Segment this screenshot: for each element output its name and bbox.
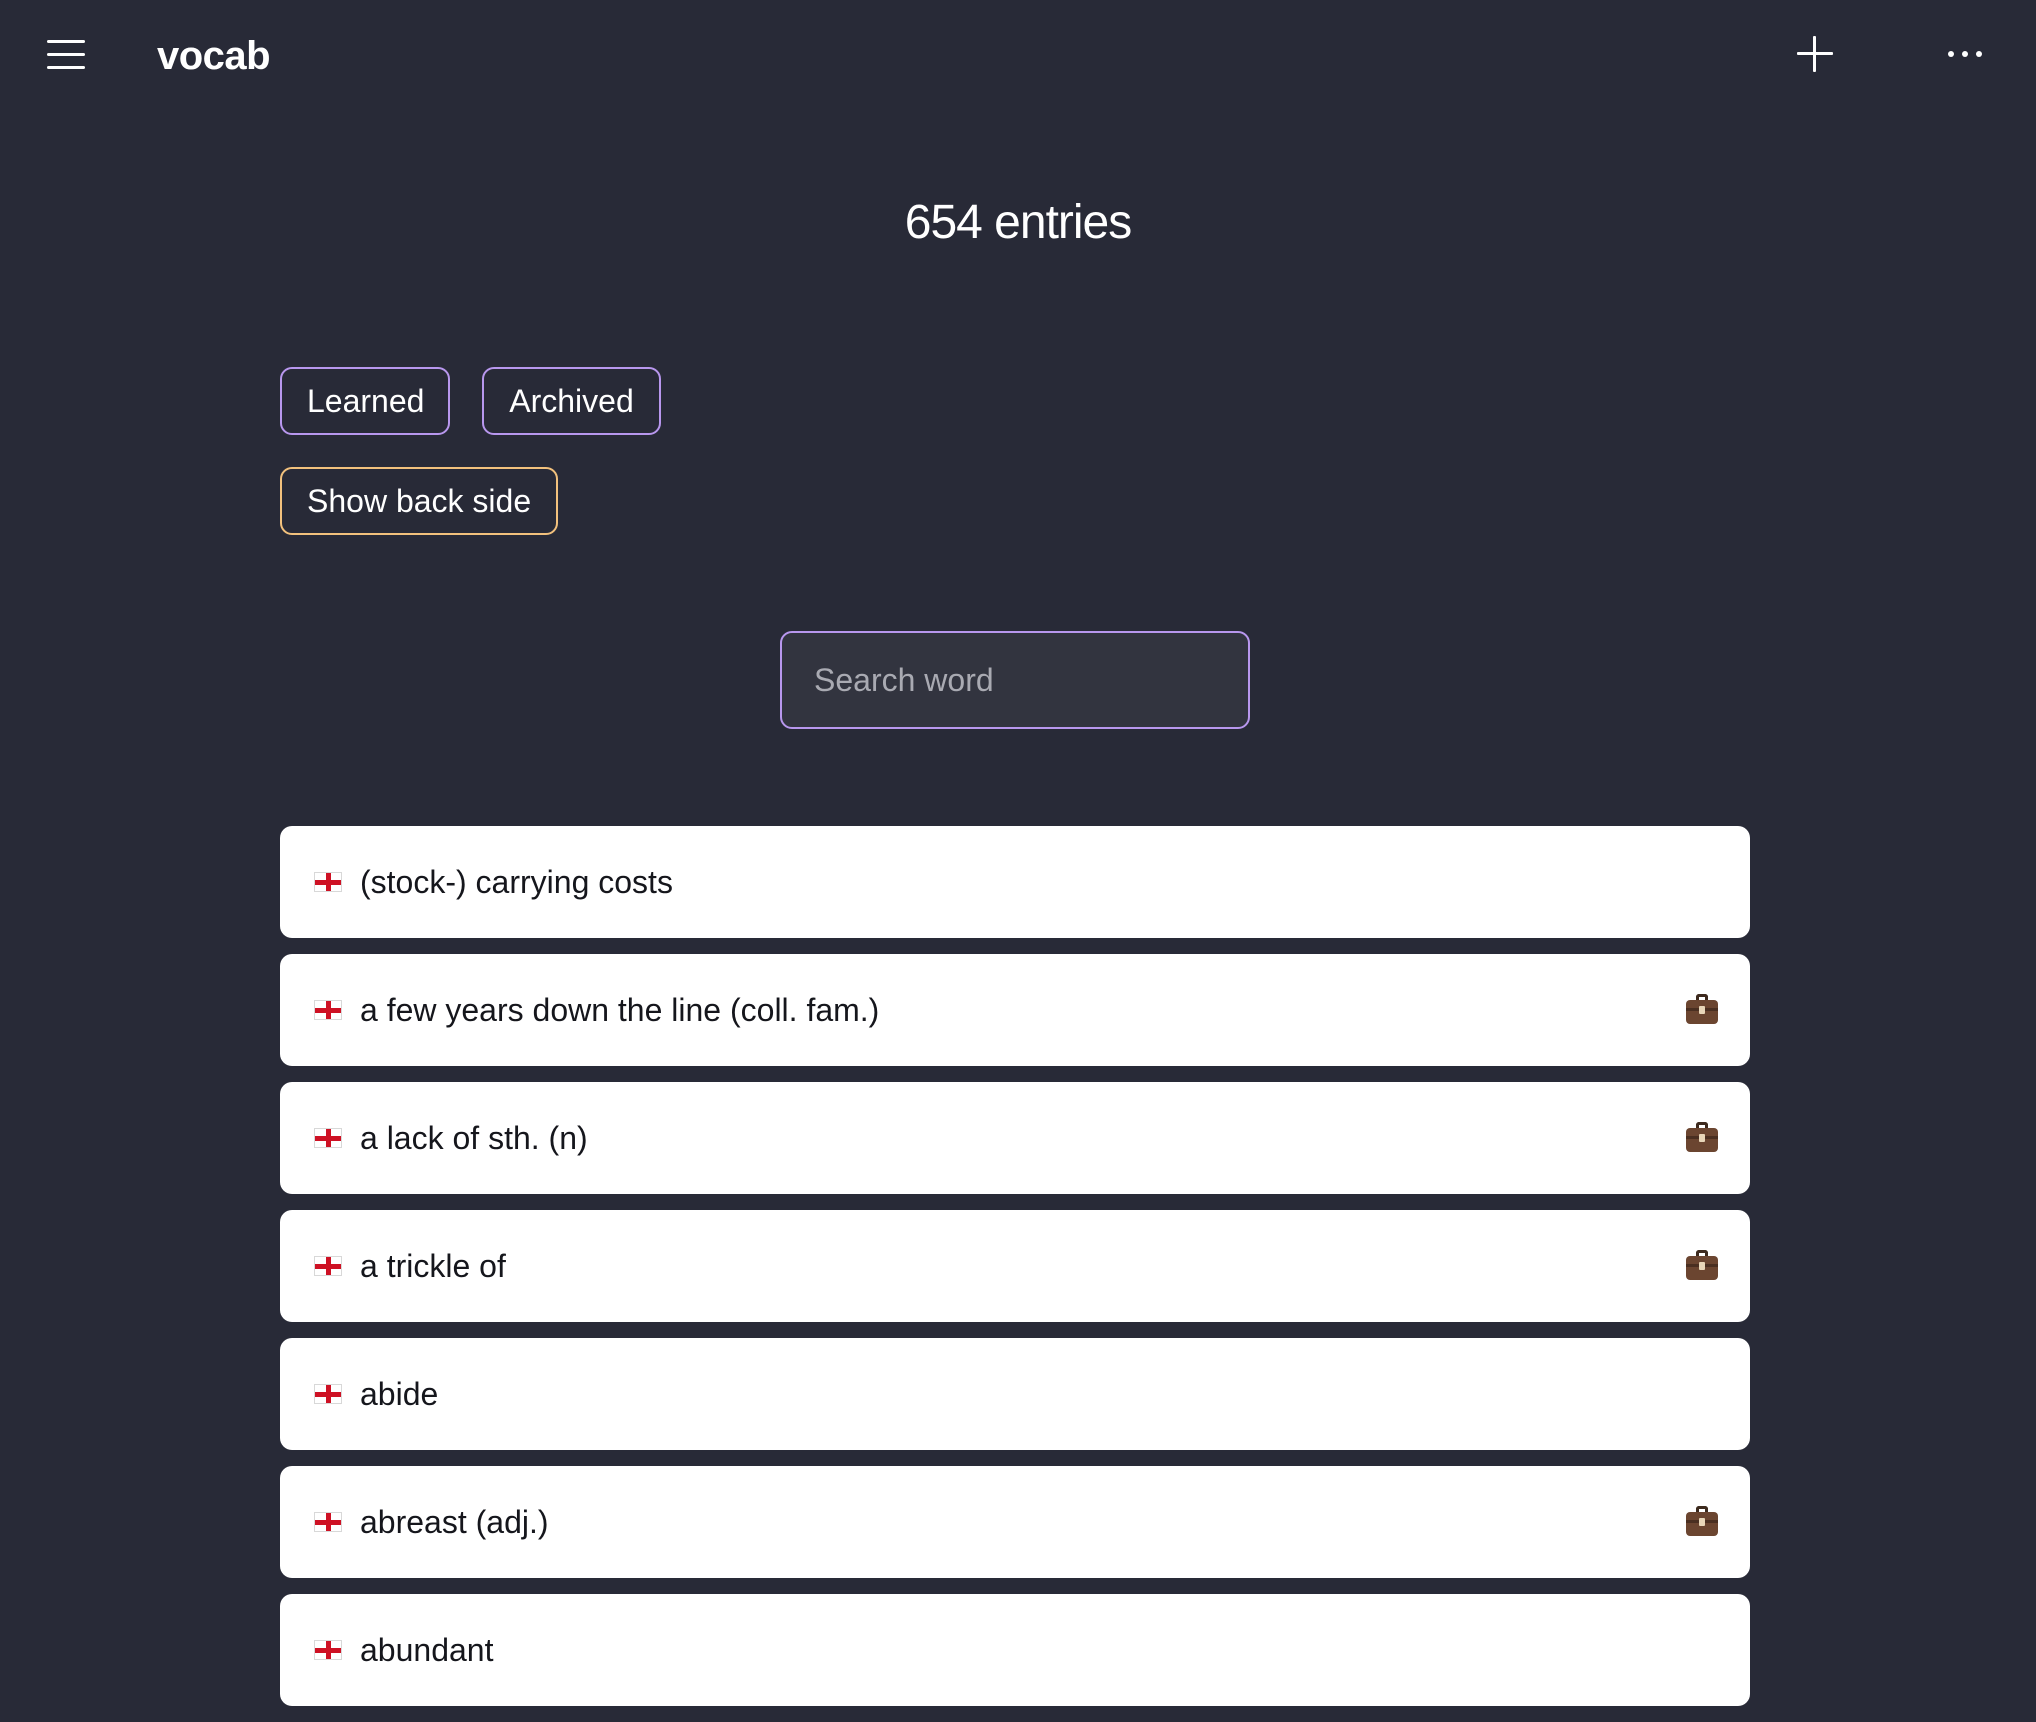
add-entry-button[interactable] <box>1797 36 1833 72</box>
england-flag-icon <box>314 1128 342 1148</box>
entry-word: (stock-) carrying costs <box>360 864 673 900</box>
briefcase-icon <box>1686 1122 1718 1152</box>
list-item[interactable]: abide <box>280 1338 1750 1450</box>
search-input[interactable] <box>780 631 1250 729</box>
entry-word: a few years down the line (coll. fam.) <box>360 992 880 1028</box>
app-header: vocab <box>0 0 2036 112</box>
list-item[interactable]: abreast (adj.) <box>280 1466 1750 1578</box>
list-item[interactable]: (stock-) carrying costs <box>280 826 1750 938</box>
list-item[interactable]: a trickle of <box>280 1210 1750 1322</box>
list-item[interactable]: a lack of sth. (n) <box>280 1082 1750 1194</box>
entry-word: a trickle of <box>360 1248 506 1284</box>
briefcase-icon <box>1686 1250 1718 1280</box>
list-item[interactable]: a few years down the line (coll. fam.) <box>280 954 1750 1066</box>
learned-filter-button[interactable]: Learned <box>280 367 450 435</box>
entries-count: 654 entries <box>904 196 1133 249</box>
england-flag-icon <box>314 1256 342 1276</box>
app-title: vocab <box>157 34 271 78</box>
briefcase-icon <box>1686 1506 1718 1536</box>
vocab-list: (stock-) carrying costs a few years down… <box>280 826 1750 1722</box>
england-flag-icon <box>314 1512 342 1532</box>
england-flag-icon <box>314 1384 342 1404</box>
england-flag-icon <box>314 1000 342 1020</box>
entry-word: a lack of sth. (n) <box>360 1120 588 1156</box>
list-item[interactable]: abundant <box>280 1594 1750 1706</box>
more-options-icon[interactable] <box>1946 46 1984 62</box>
archived-filter-button[interactable]: Archived <box>482 367 661 435</box>
hamburger-menu-icon[interactable] <box>47 40 85 70</box>
entry-word: abreast (adj.) <box>360 1504 549 1540</box>
england-flag-icon <box>314 1640 342 1660</box>
entry-word: abide <box>360 1376 439 1412</box>
briefcase-icon <box>1686 994 1718 1024</box>
england-flag-icon <box>314 872 342 892</box>
entry-word: abundant <box>360 1632 494 1668</box>
show-back-side-button[interactable]: Show back side <box>280 467 558 535</box>
